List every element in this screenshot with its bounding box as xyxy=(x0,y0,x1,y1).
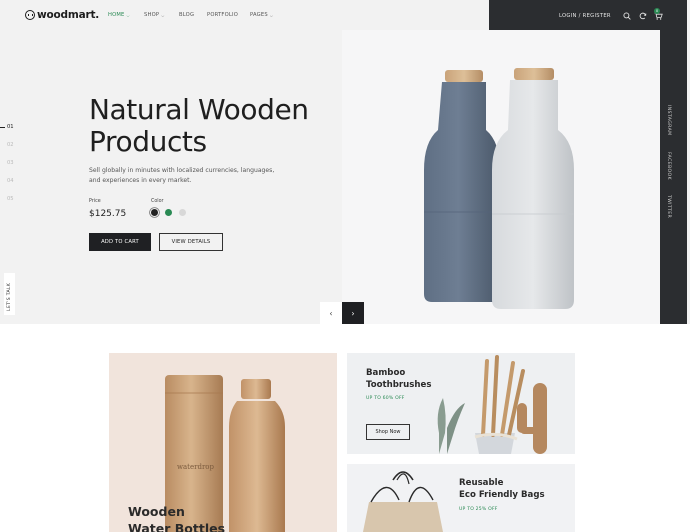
social-link-instagram[interactable]: INSTAGRAM xyxy=(666,105,671,136)
chevron-down-icon: ⌵ xyxy=(269,12,274,18)
compare-icon[interactable] xyxy=(638,11,648,21)
hero-product-image xyxy=(342,30,660,324)
price-label: Price xyxy=(89,199,101,204)
nav-item-label: PORTFOLIO xyxy=(207,12,238,18)
slide-pagination: 01 02 03 04 05 xyxy=(0,124,14,214)
color-swatch-green[interactable] xyxy=(165,209,172,216)
hero-description: Sell globally in minutes with localized … xyxy=(89,167,275,184)
chevron-down-icon: ⌵ xyxy=(126,12,130,18)
logo-text: woodmart. xyxy=(37,9,100,21)
slide-dot-05[interactable]: 05 xyxy=(7,196,14,214)
color-swatches xyxy=(151,209,186,216)
social-link-facebook[interactable]: FACEBOOK xyxy=(666,152,671,180)
color-label: Color xyxy=(151,199,164,204)
promo-title-line1: Bamboo xyxy=(366,368,406,378)
promo-title-line1: Wooden xyxy=(128,504,185,519)
login-register-link[interactable]: LOGIN / REGISTER xyxy=(559,13,611,19)
nav-item-portfolio[interactable]: PORTFOLIO xyxy=(207,12,250,18)
chevron-left-icon: ‹ xyxy=(329,308,333,318)
color-swatch-light-gray[interactable] xyxy=(179,209,186,216)
logo-icon xyxy=(25,10,35,20)
hero-title-line2: Products xyxy=(89,125,207,158)
promo-title: Bamboo Toothbrushes xyxy=(366,367,431,391)
chevron-down-icon: ⌵ xyxy=(161,12,165,18)
nav-item-label: SHOP xyxy=(144,12,160,18)
slider-prev-button[interactable]: ‹ xyxy=(320,302,342,324)
nav-item-home[interactable]: HOME ⌵ xyxy=(108,12,144,18)
promo-title: Reusable Eco Friendly Bags xyxy=(459,477,545,501)
nav-item-shop[interactable]: SHOP ⌵ xyxy=(144,12,179,18)
add-to-cart-button[interactable]: ADD TO CART xyxy=(89,233,151,251)
slide-dot-04[interactable]: 04 xyxy=(7,178,14,196)
hero-title-line1: Natural Wooden xyxy=(89,93,309,126)
main-nav: HOME ⌵ SHOP ⌵ BLOG PORTFOLIO PAGES ⌵ xyxy=(108,12,280,18)
header-actions: LOGIN / REGISTER 0 xyxy=(559,8,670,21)
slide-dot-02[interactable]: 02 xyxy=(7,142,14,160)
nav-item-label: BLOG xyxy=(179,12,195,18)
promo-discount: UP TO 60% OFF xyxy=(366,396,405,401)
nav-item-pages[interactable]: PAGES ⌵ xyxy=(250,12,280,18)
hero-title: Natural Wooden Products xyxy=(89,94,349,158)
social-link-twitter[interactable]: TWITTER xyxy=(666,195,671,218)
nav-item-label: PAGES xyxy=(250,12,268,18)
promo-title-line2: Eco Friendly Bags xyxy=(459,490,545,500)
view-details-button[interactable]: VIEW DETAILS xyxy=(159,233,223,251)
promo-card-toothbrushes[interactable]: Bamboo Toothbrushes UP TO 60% OFF Shop N… xyxy=(347,353,575,454)
promo-card-water-bottles[interactable]: waterdrop Wooden Water Bottles xyxy=(109,353,337,532)
promo-title: Wooden Water Bottles xyxy=(128,503,225,532)
lets-talk-label: LET'S TALK xyxy=(7,282,12,311)
slide-dot-01[interactable]: 01 xyxy=(0,124,14,142)
color-swatch-black[interactable] xyxy=(151,209,158,216)
social-links: INSTAGRAM FACEBOOK TWITTER xyxy=(666,100,682,240)
search-icon[interactable] xyxy=(622,11,632,21)
nav-item-label: HOME xyxy=(108,12,125,18)
shop-now-button[interactable]: Shop Now xyxy=(366,424,410,440)
cart-count-badge: 0 xyxy=(654,8,660,14)
slide-dot-03[interactable]: 03 xyxy=(7,160,14,178)
promo-title-line2: Water Bottles xyxy=(128,521,226,532)
lets-talk-tab[interactable]: LET'S TALK xyxy=(4,273,15,315)
promo-title-line2: Toothbrushes xyxy=(366,380,432,390)
salt-pepper-grinders-image xyxy=(424,68,574,309)
site-logo[interactable]: woodmart. xyxy=(25,9,99,21)
promo-discount: UP TO 25% OFF xyxy=(459,507,498,512)
promo-title-line1: Reusable xyxy=(459,478,504,488)
slider-next-button[interactable]: › xyxy=(342,302,364,324)
chevron-right-icon: › xyxy=(351,308,355,318)
product-price: $125.75 xyxy=(89,209,127,219)
nav-item-blog[interactable]: BLOG xyxy=(179,12,207,18)
promo-card-eco-bags[interactable]: Reusable Eco Friendly Bags UP TO 25% OFF xyxy=(347,464,575,532)
bottle-brand-text: waterdrop xyxy=(177,463,214,471)
